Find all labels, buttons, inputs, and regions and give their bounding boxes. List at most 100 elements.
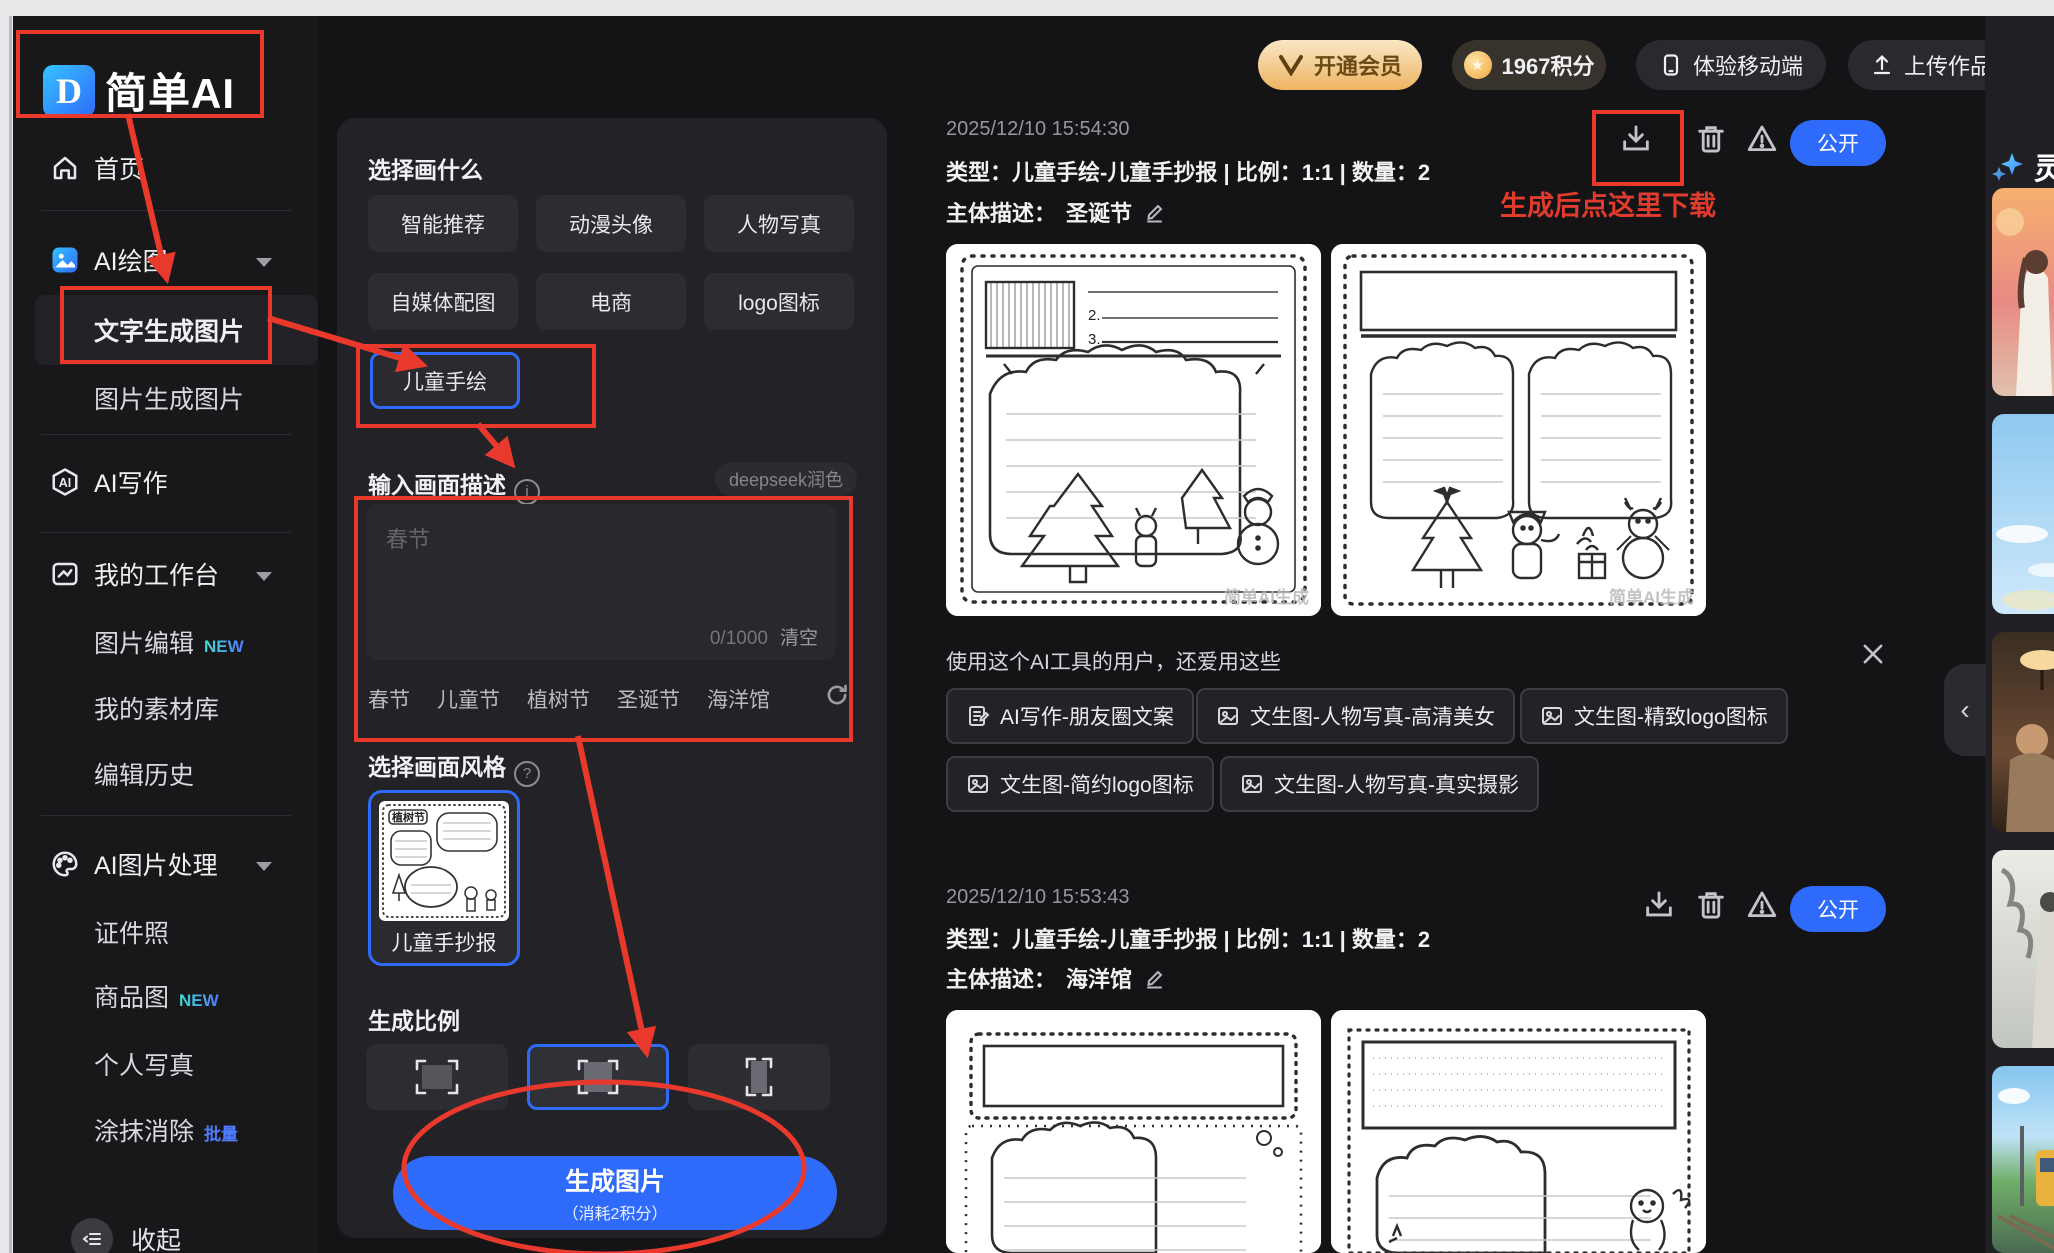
refresh-icon[interactable]	[824, 682, 850, 708]
mobile-app-button[interactable]: 体验移动端	[1636, 40, 1826, 90]
inspiration-thumbnail[interactable]	[1992, 850, 2054, 1048]
entry1-download-icon[interactable]	[1619, 122, 1653, 156]
sidebar-item-label: 编辑历史	[94, 762, 195, 790]
related-tag-portrait-beauty[interactable]: 文生图-人物写真-高清美女	[1196, 688, 1515, 744]
vip-subscribe-button[interactable]: 开通会员	[1258, 40, 1422, 90]
sidebar-item-image-to-image[interactable]: 图片生成图片	[13, 378, 318, 418]
inspiration-title: 灵	[1992, 144, 2054, 188]
inspiration-thumbnail[interactable]	[1992, 414, 2054, 614]
svg-text:AI: AI	[59, 476, 72, 490]
category-logo[interactable]: logo图标	[704, 273, 854, 330]
entry2-report-icon[interactable]	[1745, 888, 1779, 922]
sidebar-item-ai-image-processing[interactable]: AI图片处理	[13, 844, 318, 884]
tag-label: 文生图-简约logo图标	[1000, 774, 1194, 797]
category-portrait[interactable]: 人物写真	[704, 195, 854, 252]
sidebar-item-label: 文字生成图片	[94, 318, 245, 346]
category-ecommerce[interactable]: 电商	[536, 273, 686, 330]
category-smart-recommend[interactable]: 智能推荐	[368, 195, 518, 252]
sidebar-item-text-to-image[interactable]: 文字生成图片	[13, 310, 318, 350]
logo-icon: D	[43, 64, 95, 117]
related-tag-fine-logo[interactable]: 文生图-精致logo图标	[1520, 688, 1788, 744]
upload-label: 上传作品	[1903, 54, 1992, 79]
edit-pencil-icon[interactable]	[1142, 966, 1166, 990]
ai-draw-icon	[50, 245, 80, 275]
related-tag-simple-logo[interactable]: 文生图-简约logo图标	[946, 756, 1214, 812]
entry1-publish-button[interactable]: 公开	[1790, 120, 1886, 166]
subject-label: 主体描述：	[946, 201, 1057, 226]
entry2-subject: 主体描述： 海洋馆	[946, 962, 1166, 994]
sidebar-item-ai-draw[interactable]: AI绘图	[13, 240, 318, 280]
related-tag-ai-writing[interactable]: AI写作-朋友圈文案	[946, 688, 1194, 744]
collapse-icon	[71, 1218, 113, 1253]
sidebar-item-label: 我的工作台	[94, 562, 220, 590]
sidebar-item-ai-writing[interactable]: AI AI写作	[13, 462, 318, 502]
edit-pencil-icon[interactable]	[1142, 200, 1166, 224]
sidebar-item-smear-erase[interactable]: 涂抹消除 批量	[13, 1110, 318, 1150]
inspiration-thumbnail[interactable]	[1992, 632, 2054, 832]
image-icon	[968, 775, 988, 793]
style-card-children-newspaper[interactable]: 植树节 儿童手抄报	[368, 790, 520, 966]
category-children-drawing[interactable]: 儿童手绘	[370, 352, 520, 409]
style-name: 儿童手抄报	[391, 932, 497, 955]
info-icon[interactable]: i	[514, 479, 540, 505]
new-badge: NEW	[179, 991, 219, 1010]
ratio-option-square-selected[interactable]	[527, 1044, 669, 1110]
sidebar-item-label: AI写作	[94, 470, 168, 498]
entry2-image-1[interactable]	[946, 1010, 1321, 1253]
related-title: 使用这个AI工具的用户，还爱用这些	[946, 651, 1281, 674]
watermark: 简单AI生成	[1609, 588, 1694, 607]
upload-icon	[1873, 54, 1891, 75]
entry2-image-2[interactable]	[1331, 1010, 1706, 1253]
entry1-image-2[interactable]: 简单AI生成	[1331, 244, 1706, 616]
sidebar: D 简单AI 首页 AI绘图 文字生成图片 图片生成图片 AI AI写作 我的工…	[13, 16, 318, 1253]
sidebar-item-portrait[interactable]: 个人写真	[13, 1044, 318, 1084]
suggestion-chip[interactable]: 海洋馆	[707, 684, 770, 714]
suggestion-chip[interactable]: 圣诞节	[617, 684, 680, 714]
rail-collapse-handle[interactable]: ‹	[1944, 664, 1986, 756]
inspiration-thumbnail[interactable]	[1992, 188, 2054, 396]
ratio-option-portrait[interactable]	[688, 1044, 830, 1110]
points-button[interactable]: ★ 1967积分	[1452, 40, 1606, 90]
phone-icon	[1663, 54, 1679, 76]
ratio-option-landscape[interactable]	[366, 1044, 508, 1110]
inspiration-rail: 灵	[1985, 16, 2054, 1253]
tag-label: AI写作-朋友圈文案	[1000, 706, 1174, 729]
sidebar-collapse-button[interactable]: 收起	[71, 1218, 181, 1253]
mobile-label: 体验移动端	[1692, 54, 1803, 79]
suggestion-chip[interactable]: 春节	[368, 684, 410, 714]
coin-icon: ★	[1463, 51, 1492, 79]
suggestion-chip[interactable]: 儿童节	[437, 684, 500, 714]
char-counter: 0/1000 清空	[709, 628, 818, 649]
entry1-report-icon[interactable]	[1745, 122, 1779, 156]
entry2-delete-icon[interactable]	[1694, 888, 1728, 922]
app-logo[interactable]: D 简单AI	[43, 60, 235, 121]
suggestion-chip[interactable]: 植树节	[527, 684, 590, 714]
inspiration-thumbnail[interactable]	[1992, 1066, 2054, 1253]
entry2-download-icon[interactable]	[1642, 888, 1676, 922]
entry1-delete-icon[interactable]	[1694, 122, 1728, 156]
related-tag-real-photo[interactable]: 文生图-人物写真-真实摄影	[1220, 756, 1539, 812]
sidebar-item-product-image[interactable]: 商品图 NEW	[13, 976, 318, 1016]
sidebar-item-assets[interactable]: 我的素材库	[13, 688, 318, 728]
sidebar-item-label: 证件照	[94, 920, 170, 948]
sidebar-item-id-photo[interactable]: 证件照	[13, 912, 318, 952]
category-anime-avatar[interactable]: 动漫头像	[536, 195, 686, 252]
new-badge: NEW	[204, 637, 244, 656]
close-icon[interactable]	[1859, 640, 1887, 668]
sidebar-item-label: 首页	[94, 156, 145, 184]
clear-button[interactable]: 清空	[780, 628, 818, 649]
generate-button[interactable]: 生成图片 （消耗2积分）	[393, 1156, 837, 1230]
sidebar-item-edit-history[interactable]: 编辑历史	[13, 754, 318, 794]
vip-icon	[1278, 55, 1303, 76]
sidebar-item-workbench[interactable]: 我的工作台	[13, 554, 318, 594]
watermark: 简单AI生成	[1224, 588, 1309, 607]
sidebar-item-image-edit[interactable]: 图片编辑 NEW	[13, 622, 318, 662]
style-thumb-title: 植树节	[391, 810, 425, 824]
entry2-publish-button[interactable]: 公开	[1790, 886, 1886, 932]
deepseek-polish-button[interactable]: deepseek润色	[715, 462, 857, 496]
sidebar-item-home[interactable]: 首页	[13, 148, 318, 188]
category-media-image[interactable]: 自媒体配图	[368, 273, 518, 330]
entry1-image-1[interactable]: 2. 3. 简单AI生成	[946, 244, 1321, 616]
subject-label: 主体描述：	[946, 967, 1057, 992]
question-icon[interactable]: ?	[514, 761, 540, 787]
